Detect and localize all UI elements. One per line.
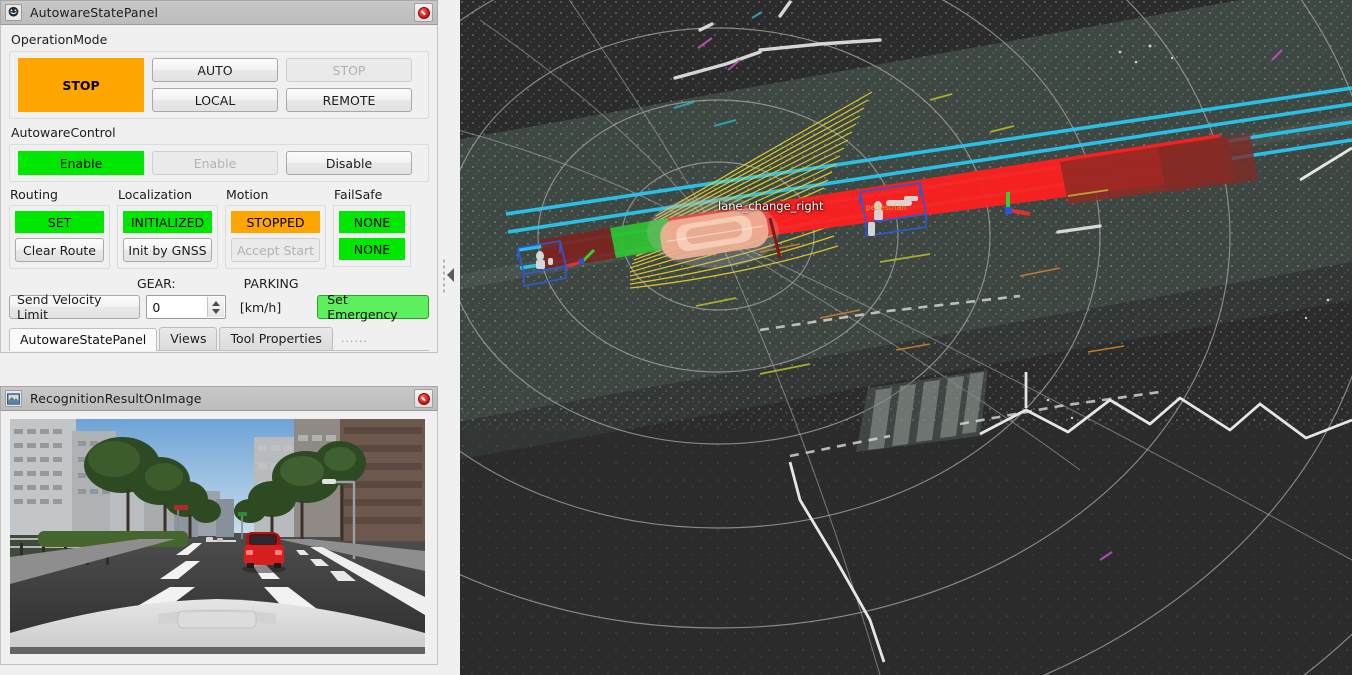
autoware-control-disable-button[interactable]: Disable xyxy=(286,151,412,175)
autoware-control-label: AutowareControl xyxy=(11,125,429,140)
rviz-window: AutowareStatePanel OperationMode STOP AU… xyxy=(0,0,1352,675)
status-column-localization: Localization INITIALIZED Init by GNSS xyxy=(117,187,218,269)
motion-status-badge: STOPPED xyxy=(231,211,320,233)
close-icon xyxy=(418,7,430,19)
accept-start-button: Accept Start xyxy=(231,238,320,262)
operation-mode-auto-button[interactable]: AUTO xyxy=(152,58,278,82)
rviz-3d-render-view[interactable]: pedestrian xyxy=(460,0,1352,675)
recognition-result-panel: RecognitionResultOnImage xyxy=(0,386,438,665)
autoware-control-group: Enable Enable Disable xyxy=(9,144,429,182)
gear-value: PARKING xyxy=(244,276,299,291)
routing-label: Routing xyxy=(10,187,110,202)
status-column-motion: Motion STOPPED Accept Start xyxy=(225,187,326,269)
tabbar-overflow-dots: ······ xyxy=(341,335,368,350)
image-icon xyxy=(5,390,22,407)
set-emergency-button[interactable]: Set Emergency xyxy=(317,295,429,319)
init-by-gnss-button[interactable]: Init by GNSS xyxy=(123,238,212,262)
status-columns: Routing SET Clear Route Localization INI… xyxy=(9,187,429,269)
velocity-row: Send Velocity Limit 0 [km/h] Set Emergen… xyxy=(9,295,429,319)
velocity-limit-value: 0 xyxy=(152,300,160,315)
splitter-grip[interactable] xyxy=(442,258,446,294)
clear-route-button[interactable]: Clear Route xyxy=(15,238,104,262)
localization-status-badge: INITIALIZED xyxy=(123,211,212,233)
tab-autoware-state-panel[interactable]: AutowareStatePanel xyxy=(9,328,157,351)
routing-status-badge: SET xyxy=(15,211,104,233)
chevron-down-icon[interactable] xyxy=(212,309,220,314)
operation-mode-status-badge: STOP xyxy=(18,58,144,112)
failsafe-secondary-status-badge: NONE xyxy=(339,238,405,260)
failsafe-status-badge: NONE xyxy=(339,211,405,233)
state-panel-body: OperationMode STOP AUTO STOP LOCAL REMOT… xyxy=(0,25,438,353)
motion-label: Motion xyxy=(226,187,326,202)
localization-label: Localization xyxy=(118,187,218,202)
svg-text:pedestrian: pedestrian xyxy=(866,203,906,212)
state-panel-titlebar: AutowareStatePanel xyxy=(0,0,438,25)
status-column-failsafe: FailSafe NONE NONE xyxy=(333,187,411,269)
state-panel-title: AutowareStatePanel xyxy=(30,5,158,20)
panel-tabbar: AutowareStatePanel Views Tool Properties… xyxy=(9,327,429,351)
tab-tool-properties[interactable]: Tool Properties xyxy=(219,327,332,350)
status-column-routing: Routing SET Clear Route xyxy=(9,187,110,269)
left-dock: AutowareStatePanel OperationMode STOP AU… xyxy=(0,0,460,675)
velocity-unit-label: [km/h] xyxy=(240,300,281,315)
operation-mode-local-button[interactable]: LOCAL xyxy=(152,88,278,112)
autoware-control-status-badge: Enable xyxy=(18,151,144,175)
recognition-panel-title: RecognitionResultOnImage xyxy=(30,391,202,406)
recognition-panel-titlebar: RecognitionResultOnImage xyxy=(0,386,438,411)
autoware-control-enable-button: Enable xyxy=(152,151,278,175)
spinbox-arrows[interactable] xyxy=(207,297,224,317)
dock-splitter[interactable] xyxy=(438,0,460,675)
gear-row: GEAR: PARKING xyxy=(9,276,429,291)
failsafe-label: FailSafe xyxy=(334,187,411,202)
operation-mode-stop-button: STOP xyxy=(286,58,412,82)
camera-image xyxy=(10,419,425,654)
operation-mode-group: STOP AUTO STOP LOCAL REMOTE xyxy=(9,51,429,119)
collapse-dock-arrow-icon[interactable] xyxy=(447,268,454,282)
autoware-state-panel: AutowareStatePanel OperationMode STOP AU… xyxy=(0,0,438,353)
operation-mode-remote-button[interactable]: REMOTE xyxy=(286,88,412,112)
velocity-limit-spinbox[interactable]: 0 xyxy=(146,295,225,319)
recognition-panel-close-button[interactable] xyxy=(414,389,433,408)
state-panel-close-button[interactable] xyxy=(414,3,433,22)
recognition-panel-body xyxy=(0,411,438,665)
gear-label: GEAR: xyxy=(137,276,176,291)
send-velocity-limit-button[interactable]: Send Velocity Limit xyxy=(9,295,140,319)
autoware-logo-icon xyxy=(5,4,22,21)
chevron-up-icon[interactable] xyxy=(212,301,220,306)
close-icon xyxy=(418,393,430,405)
tab-views[interactable]: Views xyxy=(159,327,217,350)
operation-mode-label: OperationMode xyxy=(11,32,429,47)
